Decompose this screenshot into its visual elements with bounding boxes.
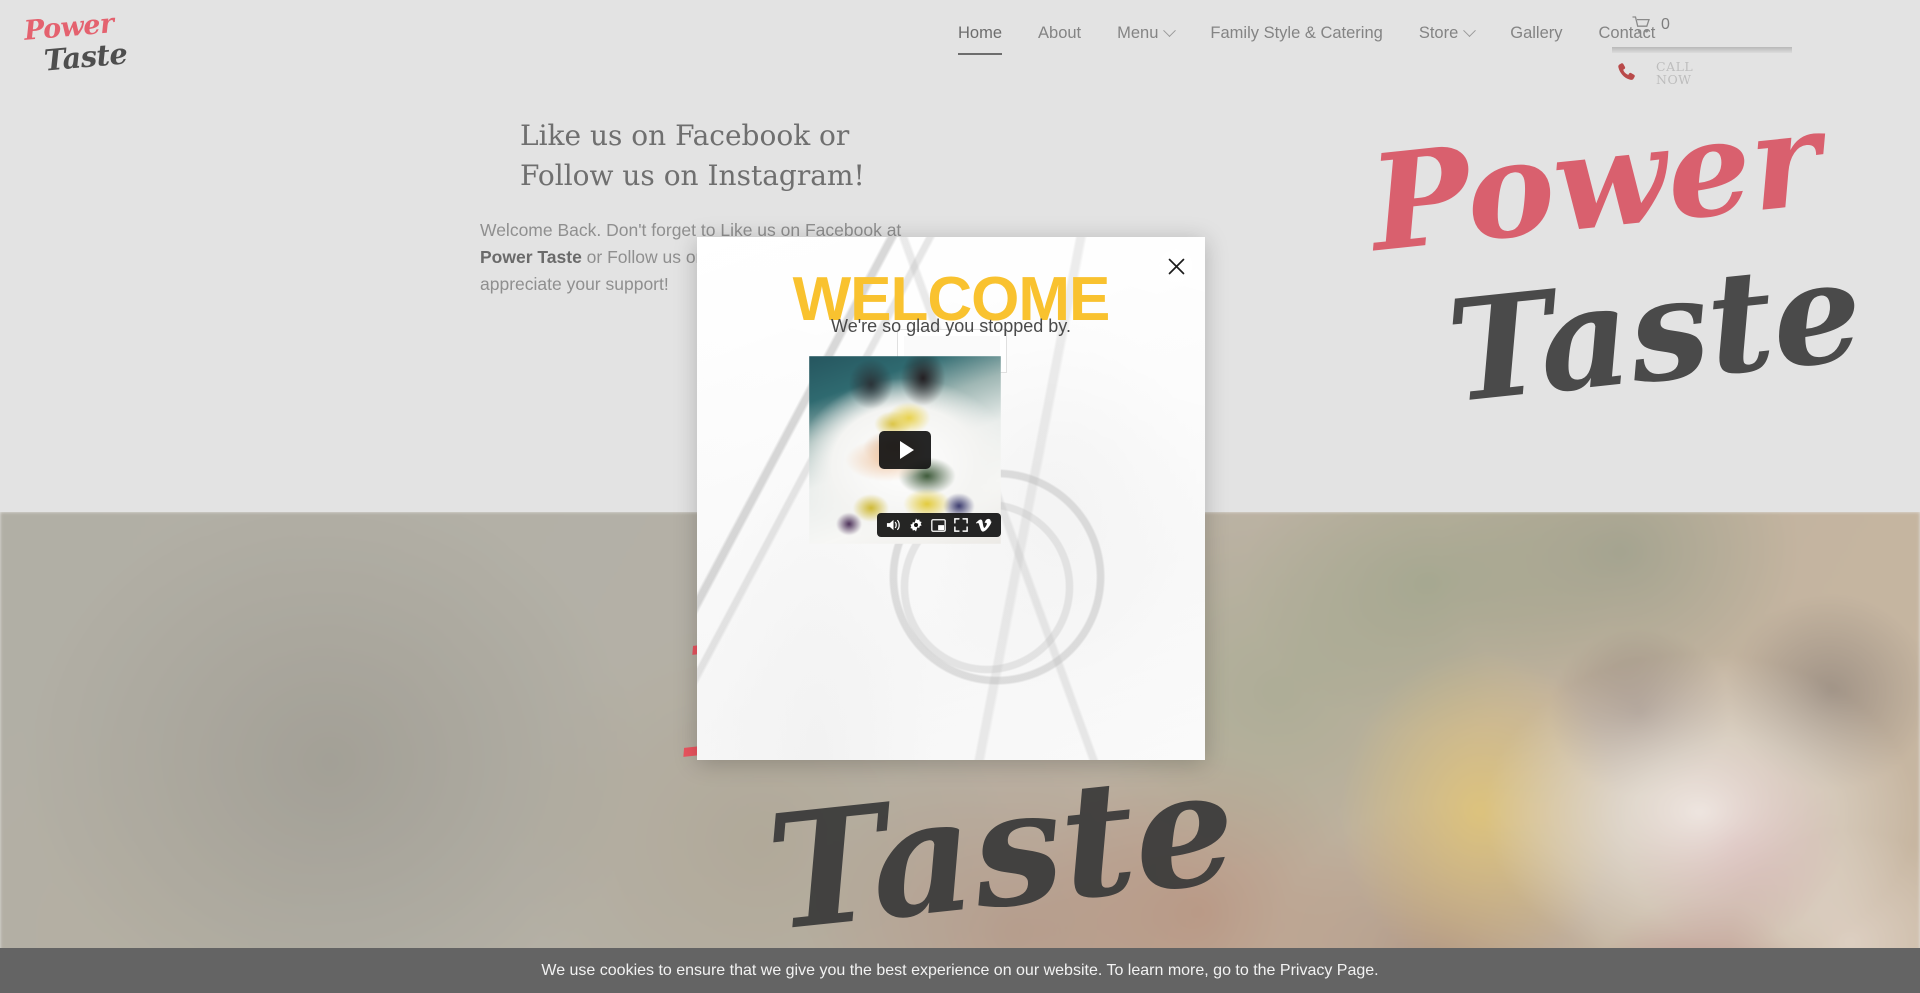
watermark-logo: Power Taste [1363,100,1869,435]
video-controls-bar [877,513,1001,537]
call-now-line2: NOW [1656,72,1692,87]
main-navigation: Home About Menu Family Style & Catering … [940,22,1673,55]
nav-label: Menu [1117,24,1159,42]
cart-button[interactable]: 0 [1632,16,1670,34]
privacy-page-link[interactable]: Privacy Page [1280,962,1374,979]
nav-item-store[interactable]: Store [1401,22,1492,44]
call-now-bar [1612,47,1792,53]
volume-button[interactable] [886,518,901,532]
chevron-down-icon [1163,23,1177,37]
video-play-button[interactable] [879,431,931,469]
watermark-power-text: Power [1363,100,1828,283]
call-now-label: CALL NOW [1656,60,1693,86]
call-now-button[interactable]: CALL NOW [1600,47,1792,94]
picture-in-picture-button[interactable] [931,518,946,532]
nav-item-gallery[interactable]: Gallery [1492,22,1580,44]
nav-item-home[interactable]: Home [940,22,1020,55]
volume-icon [886,519,900,531]
cookie-banner-text: We use cookies to ensure that we give yo… [541,962,1378,980]
intro-heading: Like us on Facebook or Follow us on Inst… [520,119,865,192]
modal-video-player[interactable] [809,356,1001,544]
cookie-text-after: . [1374,961,1379,979]
nav-item-family-style-catering[interactable]: Family Style & Catering [1192,22,1400,44]
site-header: Power Taste Home About Menu Family Style… [0,0,1920,123]
site-logo[interactable]: Power Taste [22,8,132,82]
fullscreen-icon [954,518,968,532]
nav-label: Gallery [1510,24,1563,42]
play-icon [900,441,914,459]
chevron-down-icon [1463,23,1477,37]
page-root: Power Taste Home About Menu Family Style… [0,0,1920,993]
close-icon [1168,258,1184,274]
intro-para-brand: Power Taste [480,247,582,267]
cart-count: 0 [1661,16,1670,33]
picture-in-picture-icon [931,518,946,532]
welcome-modal: WELCOME We're so glad you stopped by. [697,237,1205,760]
modal-subtitle: We're so glad you stopped by. [831,316,1071,336]
phone-icon [1618,63,1635,80]
vimeo-button[interactable] [976,518,992,532]
nav-item-about[interactable]: About [1020,22,1099,44]
logo-taste-text: Taste [42,36,129,78]
nav-label: Home [958,24,1003,42]
nav-label: Family Style & Catering [1210,24,1383,42]
fullscreen-button[interactable] [954,518,968,532]
nav-label: Store [1418,24,1459,42]
vimeo-logo-icon [976,518,992,532]
shopping-cart-icon [1632,16,1650,33]
cookie-consent-banner: We use cookies to ensure that we give yo… [0,948,1920,993]
settings-button[interactable] [909,518,923,532]
settings-gear-icon [910,518,922,532]
cookie-text-before: We use cookies to ensure that we give yo… [541,961,1280,979]
modal-close-button[interactable] [1159,249,1193,283]
nav-item-menu[interactable]: Menu [1099,22,1192,44]
nav-label: About [1038,24,1082,42]
watermark-taste-text: Taste [1440,228,1870,436]
